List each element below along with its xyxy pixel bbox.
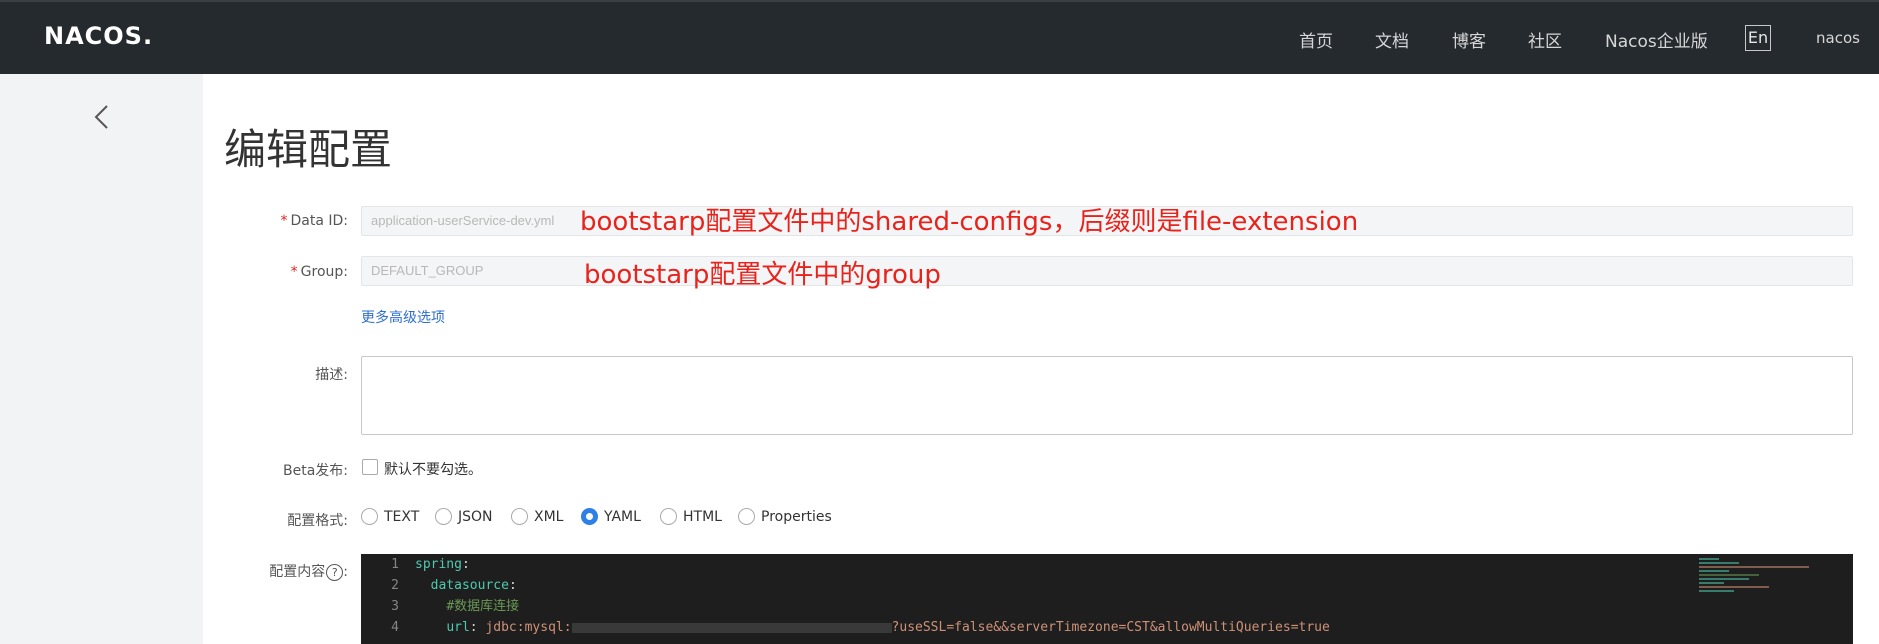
radio-dot bbox=[660, 508, 677, 525]
code-line: url: jdbc:mysql: ?useSSL=false&&serverTim… bbox=[446, 620, 1330, 635]
advanced-options-link[interactable]: 更多高级选项 bbox=[361, 307, 445, 327]
radio-label: JSON bbox=[458, 508, 493, 525]
nav-docs[interactable]: 文档 bbox=[1375, 27, 1409, 52]
description-label: 描述: bbox=[315, 367, 348, 383]
radio-label: YAML bbox=[604, 508, 641, 525]
line-number: 3 bbox=[391, 599, 399, 614]
group-label: * Group: bbox=[291, 264, 348, 280]
top-navigation-bar: NACOS. 首页 文档 博客 社区 Nacos企业版 En nacos bbox=[0, 0, 1879, 74]
format-radio-json[interactable]: JSON bbox=[435, 508, 493, 525]
line-number: 1 bbox=[391, 557, 399, 572]
logo-text: NACOS. bbox=[44, 22, 154, 50]
format-radio-properties[interactable]: Properties bbox=[738, 508, 832, 525]
radio-label: Properties bbox=[761, 508, 832, 525]
content-label: 配置内容?: bbox=[269, 561, 348, 581]
radio-dot bbox=[361, 508, 378, 525]
sidebar bbox=[0, 74, 203, 644]
format-radio-html[interactable]: HTML bbox=[660, 508, 722, 525]
nav-home[interactable]: 首页 bbox=[1299, 27, 1333, 52]
line-number: 4 bbox=[391, 620, 399, 635]
code-line: datasource: bbox=[430, 578, 517, 593]
group-annotation: bootstarp配置文件中的group bbox=[584, 260, 941, 290]
nav-community[interactable]: 社区 bbox=[1528, 27, 1562, 52]
beta-checkbox[interactable] bbox=[362, 459, 378, 475]
radio-dot bbox=[581, 508, 598, 525]
content-label-text: 配置内容 bbox=[269, 564, 326, 580]
radio-dot bbox=[511, 508, 528, 525]
line-number: 2 bbox=[391, 578, 399, 593]
code-line: spring: bbox=[415, 557, 470, 572]
description-textarea[interactable] bbox=[361, 356, 1853, 435]
code-editor[interactable]: 1 2 3 4 spring: datasource: #数据库连接 url: … bbox=[361, 554, 1853, 644]
yaml-key: datasource bbox=[430, 578, 509, 593]
radio-dot bbox=[435, 508, 452, 525]
group-label-text: Group: bbox=[300, 264, 348, 280]
format-radio-text[interactable]: TEXT bbox=[361, 508, 419, 525]
yaml-value: ?useSSL=false&&serverTimezone=CST&allowM… bbox=[891, 620, 1330, 635]
format-label: 配置格式: bbox=[287, 513, 348, 529]
yaml-comment: #数据库连接 bbox=[446, 599, 520, 614]
radio-label: TEXT bbox=[384, 508, 420, 525]
nacos-logo[interactable]: NACOS. bbox=[44, 22, 153, 50]
beta-hint-text: 默认不要勾选。 bbox=[384, 462, 482, 478]
required-mark: * bbox=[290, 264, 298, 280]
required-mark: * bbox=[280, 213, 288, 229]
user-name[interactable]: nacos bbox=[1816, 29, 1860, 47]
yaml-key: url bbox=[446, 620, 470, 635]
editor-minimap[interactable] bbox=[1699, 556, 1829, 616]
line-number-gutter: 1 2 3 4 bbox=[361, 554, 405, 638]
format-radio-xml[interactable]: XML bbox=[511, 508, 563, 525]
yaml-key: spring bbox=[415, 557, 462, 572]
data-id-label-text: Data ID: bbox=[290, 213, 348, 229]
nav-blog[interactable]: 博客 bbox=[1452, 27, 1486, 52]
language-toggle-button[interactable]: En bbox=[1745, 25, 1771, 51]
help-icon[interactable]: ? bbox=[326, 563, 344, 581]
redacted-block bbox=[571, 622, 892, 633]
format-radio-yaml[interactable]: YAML bbox=[581, 508, 641, 525]
code-line: #数据库连接 bbox=[415, 596, 1853, 617]
page-title: 编辑配置 bbox=[224, 125, 393, 174]
yaml-value: jdbc:mysql: bbox=[485, 620, 572, 635]
content-label-suffix: : bbox=[343, 564, 348, 580]
code-lines: spring: datasource: #数据库连接 url: jdbc:mys… bbox=[415, 554, 1853, 638]
radio-label: XML bbox=[534, 508, 564, 525]
radio-label: HTML bbox=[683, 508, 722, 525]
back-arrow-icon[interactable] bbox=[90, 103, 114, 131]
beta-label: Beta发布: bbox=[282, 463, 348, 479]
data-id-label: * Data ID: bbox=[280, 213, 348, 229]
data-id-annotation: bootstarp配置文件中的shared-configs，后缀则是file-e… bbox=[580, 207, 1359, 237]
nav-enterprise[interactable]: Nacos企业版 bbox=[1605, 27, 1708, 52]
radio-dot bbox=[738, 508, 755, 525]
